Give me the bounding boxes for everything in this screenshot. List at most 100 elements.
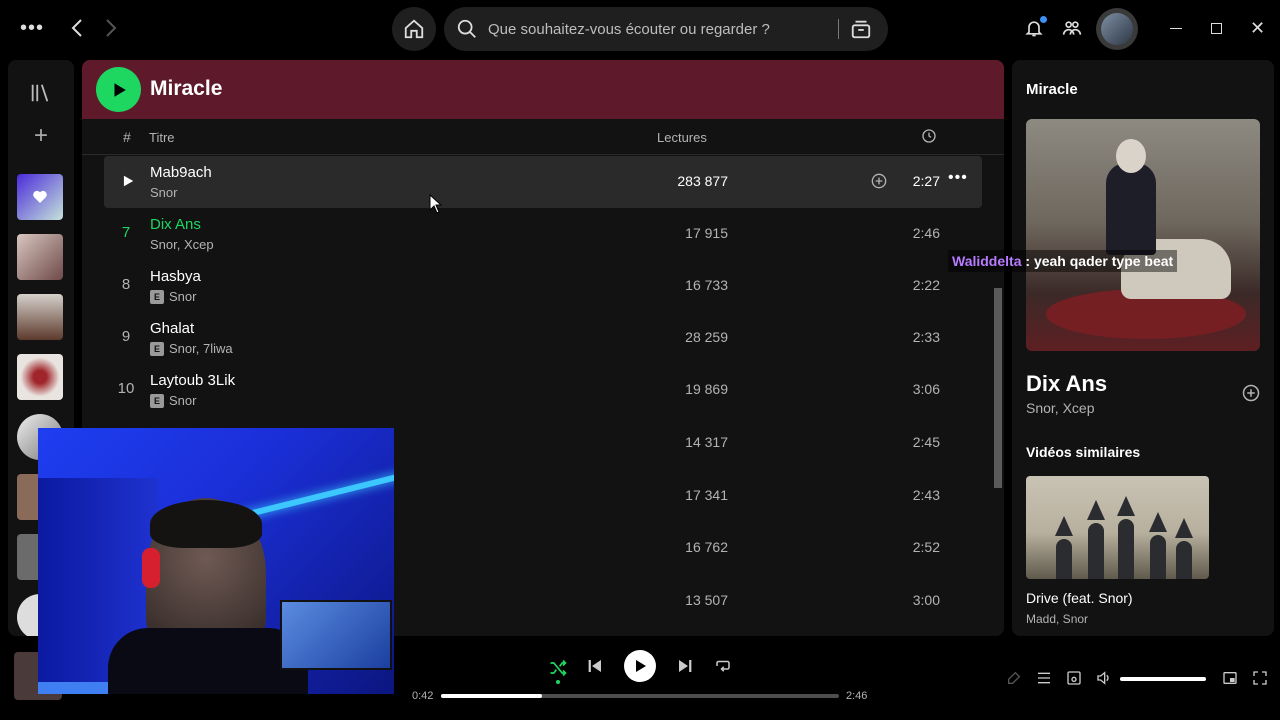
track-artists[interactable]: Snor [150,185,177,200]
track-number: 7 [121,224,131,241]
total-time: 2:46 [846,690,868,702]
similar-video-title[interactable]: Drive (feat. Snor) [1026,590,1133,606]
explicit-badge: E [150,393,164,408]
repeat-icon[interactable] [714,657,732,675]
track-number: 10 [117,380,135,397]
similar-video-thumbnail[interactable] [1026,476,1209,579]
forward-arrow-icon[interactable] [98,16,122,40]
now-playing-artists[interactable]: Snor, Xcep [1026,400,1095,416]
library-item-tile[interactable] [17,294,63,340]
browse-icon[interactable] [850,18,872,40]
track-row[interactable]: Mab9ach Snor 283 877 2:27 ••• [104,156,982,208]
explicit-badge: E [150,341,164,356]
more-options-icon[interactable]: ••• [948,169,968,187]
column-title[interactable]: Titre [149,130,175,145]
maximize-window-icon[interactable] [1211,23,1222,34]
notifications-button[interactable] [1024,16,1047,43]
now-playing-title[interactable]: Dix Ans [1026,371,1107,397]
track-duration: 3:06 [912,381,940,397]
elapsed-time: 0:42 [412,690,434,702]
add-to-library-icon[interactable] [1242,384,1260,402]
track-artists-text[interactable]: Snor [169,393,196,408]
play-playlist-button[interactable] [96,67,141,112]
user-avatar[interactable] [1096,8,1138,50]
add-to-library-icon[interactable] [871,173,887,189]
track-title[interactable]: Laytoub 3Lik [150,372,235,389]
track-artists[interactable]: E Snor [150,393,196,408]
playlist-title: Miracle [150,77,223,100]
track-artists-text[interactable]: Snor, Xcep [150,237,214,252]
track-duration: 2:27 [912,173,940,189]
play-pause-button[interactable] [624,650,656,682]
mouse-cursor-icon [429,194,443,214]
track-title[interactable]: Mab9ach [150,164,212,181]
track-row[interactable]: 10 Laytoub 3Lik E Snor 19 869 3:06 [104,364,982,416]
shuffle-active-dot [556,680,560,684]
track-title[interactable]: Ghalat [150,320,194,337]
track-plays: 283 877 [677,173,728,189]
track-artists[interactable]: E Snor, 7liwa [150,341,233,356]
liked-songs-tile[interactable] [17,174,63,220]
library-item-tile[interactable] [17,354,63,400]
back-arrow-icon[interactable] [66,16,90,40]
fullscreen-icon[interactable] [1252,670,1268,686]
track-row[interactable]: 8 Hasbya E Snor 16 733 2:22 [104,260,982,312]
track-artists-text[interactable]: Snor [169,289,196,304]
search-bar[interactable] [444,7,888,51]
track-plays: 28 259 [685,329,728,345]
column-number: # [123,129,131,145]
scrollbar-thumb[interactable] [994,288,1002,488]
library-icon[interactable] [29,82,51,104]
close-window-icon[interactable]: ✕ [1250,18,1265,38]
stream-chat-message: Waliddelta : yeah qader type beat [948,250,1178,272]
friends-activity-icon[interactable] [1062,18,1082,38]
track-duration: 2:22 [912,277,940,293]
explicit-badge: E [150,289,164,304]
track-number: 9 [121,328,131,345]
similar-video-artists[interactable]: Madd, Snor [1026,612,1088,626]
play-icon [636,660,646,672]
search-divider [838,19,839,39]
sticky-header: Miracle [82,60,1004,119]
track-plays: 19 869 [685,381,728,397]
top-bar: ••• ✕ [0,0,1280,58]
lyrics-mic-icon[interactable] [1006,670,1022,686]
track-artists-text[interactable]: Snor [150,185,177,200]
track-artists[interactable]: Snor, Xcep [150,237,214,252]
track-artists-text[interactable]: Snor, 7liwa [169,341,233,356]
shuffle-button[interactable] [548,658,568,684]
heart-icon [33,190,47,203]
progress-bar[interactable] [441,694,839,698]
minimize-window-icon[interactable] [1170,28,1182,29]
volume-slider[interactable] [1120,677,1206,681]
track-row[interactable]: 7 Dix Ans Snor, Xcep 17 915 2:46 [104,208,982,260]
webcam-overlay [38,428,394,694]
track-title[interactable]: Hasbya [150,268,201,285]
queue-icon[interactable] [1036,670,1052,686]
previous-track-icon[interactable] [586,657,604,675]
track-row[interactable]: 9 Ghalat E Snor, 7liwa 28 259 2:33 [104,312,982,364]
menu-dots-icon[interactable]: ••• [20,18,44,38]
now-playing-context[interactable]: Miracle [1026,81,1078,98]
track-duration: 2:43 [912,487,940,503]
track-title[interactable]: Dix Ans [150,216,201,233]
volume-icon[interactable] [1096,670,1112,686]
next-track-icon[interactable] [676,657,694,675]
miniplayer-icon[interactable] [1222,670,1238,686]
track-duration: 3:00 [912,592,940,608]
play-icon [114,82,126,97]
chat-text: : yeah qader type beat [1021,253,1174,269]
track-artists[interactable]: E Snor [150,289,196,304]
progress-fill [441,694,542,698]
track-duration: 2:33 [912,329,940,345]
connect-device-icon[interactable] [1066,670,1082,686]
create-playlist-icon[interactable]: + [30,124,52,148]
play-track-icon[interactable] [121,174,135,188]
column-plays[interactable]: Lectures [657,130,707,145]
home-button[interactable] [392,7,436,51]
search-input[interactable] [488,7,828,51]
notification-dot [1040,16,1047,23]
track-number: 8 [121,276,131,293]
track-plays: 13 507 [685,592,728,608]
library-item-tile[interactable] [17,234,63,280]
